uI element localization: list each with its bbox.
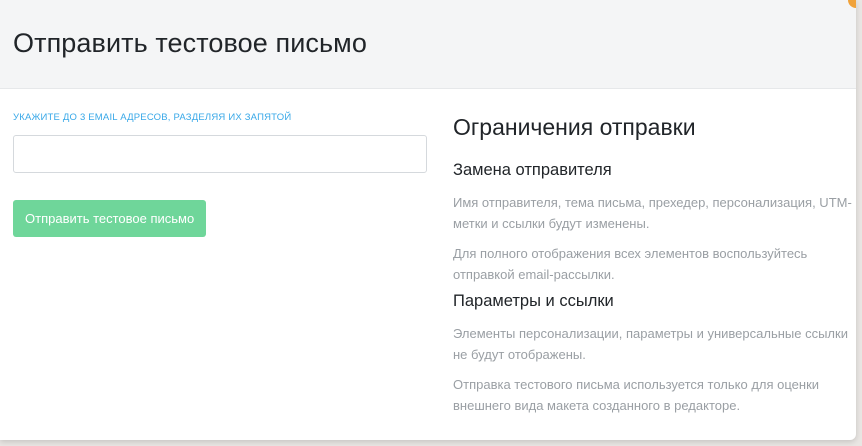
modal-header: Отправить тестовое письмо (0, 0, 856, 89)
section-heading-params: Параметры и ссылки (453, 292, 614, 310)
section-paragraph: Элементы персонализации, параметры и уни… (453, 326, 848, 362)
limits-title: Ограничения отправки (453, 114, 696, 140)
section-heading-sender: Замена отправителя (453, 161, 612, 179)
corner-accent-icon (848, 0, 856, 8)
section-paragraph: Имя отправителя, тема письма, прехедер, … (453, 195, 852, 231)
section-paragraph: Для полного отображения всех элементов в… (453, 246, 808, 282)
modal-title: Отправить тестовое письмо (13, 28, 367, 58)
email-field-label: УКАЖИТЕ ДО 3 EMAIL АДРЕСОВ, РАЗДЕЛЯЯ ИХ … (13, 112, 292, 123)
email-field[interactable] (13, 135, 427, 173)
section-paragraph: Отправка тестового письма используется т… (453, 377, 820, 413)
email-form: УКАЖИТЕ ДО 3 EMAIL АДРЕСОВ, РАЗДЕЛЯЯ ИХ … (13, 112, 427, 237)
send-test-email-modal: Отправить тестовое письмо УКАЖИТЕ ДО 3 E… (0, 0, 856, 440)
send-test-email-button[interactable]: Отправить тестовое письмо (13, 200, 207, 237)
sending-limits-panel: Ограничения отправки Замена отправителя … (453, 112, 853, 416)
